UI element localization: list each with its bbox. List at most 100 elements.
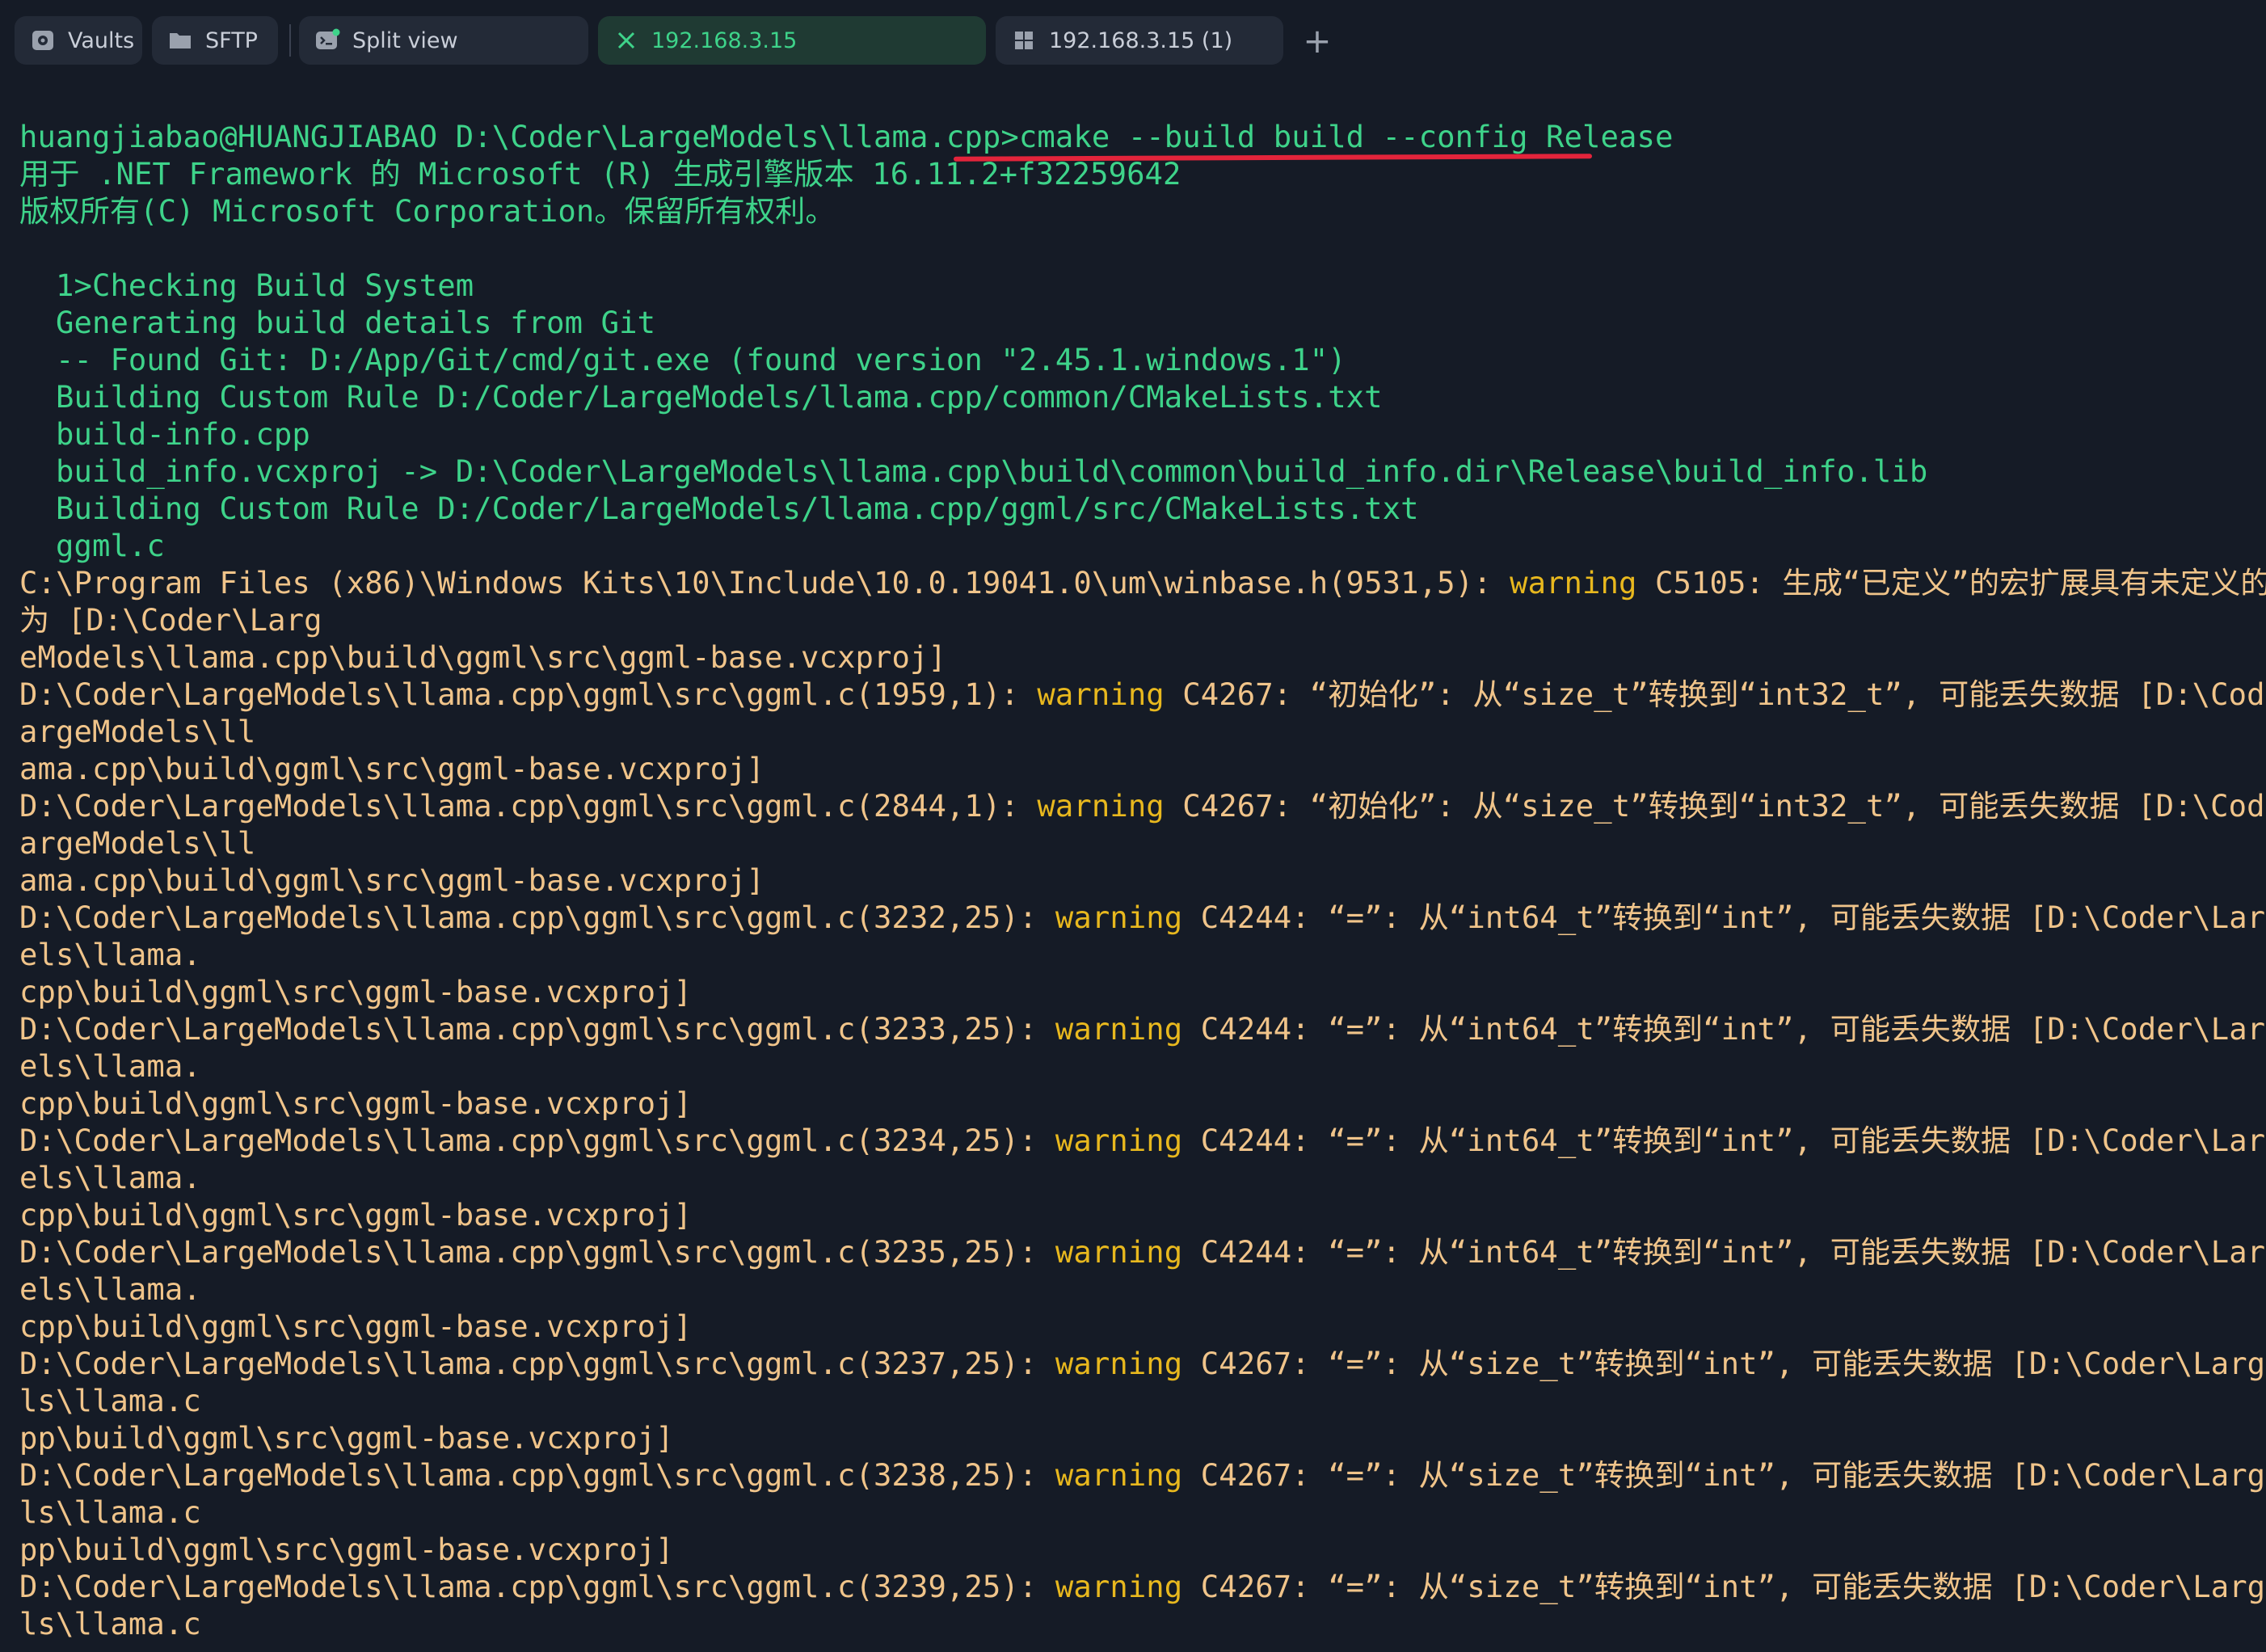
terminal-text: C4267: “=”: 从“size_t”转换到“int”, 可能丢失数据 [D…	[1182, 1569, 2266, 1604]
terminal-text: els\llama.	[19, 1048, 201, 1084]
terminal-text: els\llama.	[19, 1271, 201, 1307]
terminal-text: D:\Coder\LargeModels\llama.cpp\ggml\src\…	[19, 1569, 1055, 1604]
terminal-line: 1>Checking Build System	[19, 267, 2258, 304]
close-icon[interactable]	[613, 27, 640, 54]
terminal-text: D:\Coder\LargeModels\llama.cpp\ggml\src\…	[19, 1011, 1055, 1047]
terminal-line: build-info.cpp	[19, 415, 2258, 453]
terminal-line: C:\Program Files (x86)\Windows Kits\10\I…	[19, 564, 2266, 601]
terminal-line: 用于 .NET Framework 的 Microsoft (R) 生成引擎版本…	[19, 155, 2258, 192]
warning-keyword: warning	[1055, 900, 1183, 935]
terminal-line: cpp\build\ggml\src\ggml-base.vcxproj]	[19, 1085, 2258, 1122]
terminal-line: D:\Coder\LargeModels\llama.cpp\ggml\src\…	[19, 1122, 2266, 1159]
terminal-text: Building Custom Rule D:/Coder/LargeModel…	[19, 491, 1419, 526]
terminal-line: cpp\build\ggml\src\ggml-base.vcxproj]	[19, 1308, 2258, 1345]
folder-icon	[166, 27, 194, 54]
windows-icon	[1010, 27, 1038, 54]
terminal-text: eModels\llama.cpp\build\ggml\src\ggml-ba…	[19, 639, 946, 675]
terminal-text: D:\Coder\LargeModels\llama.cpp\ggml\src\…	[19, 1457, 1055, 1493]
terminal-line: build_info.vcxproj -> D:\Coder\LargeMode…	[19, 453, 2258, 490]
tab-label: SFTP	[205, 27, 258, 53]
tab-vaults[interactable]: Vaults	[15, 16, 142, 65]
tab-label: Vaults	[68, 27, 135, 53]
terminal-text: C4267: “初始化”: 从“size_t”转换到“int32_t”, 可能丢…	[1164, 788, 2266, 824]
terminal-line: ls\llama.c	[19, 1494, 2258, 1531]
terminal-text: Generating build details from Git	[19, 305, 656, 340]
terminal-text: cpp\build\ggml\src\ggml-base.vcxproj]	[19, 1309, 693, 1344]
terminal-line: ls\llama.c	[19, 1605, 2258, 1642]
warning-keyword: warning	[1037, 676, 1165, 712]
terminal-text: els\llama.	[19, 937, 201, 972]
terminal-line: D:\Coder\LargeModels\llama.cpp\ggml\src\…	[19, 1010, 2266, 1047]
terminal-text: C5105: 生成“已定义”的宏扩展具有未定义的行	[1636, 565, 2266, 601]
terminal-line: els\llama.	[19, 1047, 2258, 1085]
terminal-line: eModels\llama.cpp\build\ggml\src\ggml-ba…	[19, 638, 2258, 676]
terminal-text: huangjiabao@HUANGJIABAO D:\Coder\LargeMo…	[19, 119, 1674, 154]
terminal-text: D:\Coder\LargeModels\llama.cpp\ggml\src\…	[19, 900, 1055, 935]
tab-label: 192.168.3.15 (1)	[1049, 27, 1233, 53]
terminal-text: C4244: “=”: 从“int64_t”转换到“int”, 可能丢失数据 […	[1182, 1123, 2266, 1158]
terminal-line: cpp\build\ggml\src\ggml-base.vcxproj]	[19, 973, 2258, 1010]
terminal-text: D:\Coder\LargeModels\llama.cpp\ggml\src\…	[19, 1123, 1055, 1158]
terminal-text: D:\Coder\LargeModels\llama.cpp\ggml\src\…	[19, 676, 1038, 712]
warning-keyword: warning	[1055, 1569, 1183, 1604]
terminal-line: ls\llama.c	[19, 1382, 2258, 1419]
terminal-line: argeModels\ll	[19, 713, 2258, 750]
terminal-line: pp\build\ggml\src\ggml-base.vcxproj]	[19, 1419, 2258, 1456]
tab-bar: Vaults SFTP Split view 192.168.3.15 192.…	[0, 0, 2266, 84]
terminal-text: els\llama.	[19, 1160, 201, 1195]
terminal-line: cpp\build\ggml\src\ggml-base.vcxproj]	[19, 1196, 2258, 1233]
terminal-text: D:\Coder\LargeModels\llama.cpp\ggml\src\…	[19, 788, 1038, 824]
tab-label: Split view	[352, 27, 458, 53]
warning-keyword: warning	[1055, 1457, 1183, 1493]
terminal-text: ls\llama.c	[19, 1494, 201, 1530]
terminal-line: els\llama.	[19, 1271, 2258, 1308]
terminal-line: ggml.c	[19, 527, 2258, 564]
tab-session-2[interactable]: 192.168.3.15 (1)	[996, 16, 1283, 65]
terminal-text: argeModels\ll	[19, 714, 256, 749]
terminal-line: D:\Coder\LargeModels\llama.cpp\ggml\src\…	[19, 899, 2266, 936]
terminal-text: -- Found Git: D:/App/Git/cmd/git.exe (fo…	[19, 342, 1346, 377]
terminal-text: ggml.c	[19, 528, 165, 563]
terminal-line: pp\build\ggml\src\ggml-base.vcxproj]	[19, 1531, 2258, 1568]
tab-label: 192.168.3.15	[651, 27, 798, 53]
terminal-line: Building Custom Rule D:/Coder/LargeModel…	[19, 378, 2258, 415]
tab-split-view[interactable]: Split view	[299, 16, 588, 65]
terminal-text: build_info.vcxproj -> D:\Coder\LargeMode…	[19, 453, 1928, 489]
tab-sftp[interactable]: SFTP	[152, 16, 278, 65]
terminal-text: D:\Coder\LargeModels\llama.cpp\ggml\src\…	[19, 1346, 1055, 1381]
vault-icon	[29, 27, 57, 54]
terminal-line: 为 [D:\Coder\Larg	[19, 601, 2258, 638]
terminal-line: els\llama.	[19, 936, 2258, 973]
new-tab-button[interactable]: +	[1299, 20, 1335, 61]
warning-keyword: warning	[1055, 1234, 1183, 1270]
terminal-text: ls\llama.c	[19, 1383, 201, 1418]
terminal-line: D:\Coder\LargeModels\llama.cpp\ggml\src\…	[19, 676, 2266, 713]
terminal-line: ama.cpp\build\ggml\src\ggml-base.vcxproj…	[19, 750, 2258, 787]
terminal-text: argeModels\ll	[19, 825, 256, 861]
terminal-line: 版权所有(C) Microsoft Corporation。保留所有权利。	[19, 192, 2258, 230]
terminal-text: C4267: “初始化”: 从“size_t”转换到“int32_t”, 可能丢…	[1164, 676, 2266, 712]
tab-active-session[interactable]: 192.168.3.15	[598, 16, 986, 65]
terminal-text: pp\build\ggml\src\ggml-base.vcxproj]	[19, 1532, 674, 1567]
terminal-text: C4244: “=”: 从“int64_t”转换到“int”, 可能丢失数据 […	[1182, 1011, 2266, 1047]
terminal-text: build-info.cpp	[19, 416, 310, 452]
terminal-text: cpp\build\ggml\src\ggml-base.vcxproj]	[19, 1197, 693, 1233]
terminal-text: ama.cpp\build\ggml\src\ggml-base.vcxproj…	[19, 751, 765, 786]
plus-icon: +	[1303, 20, 1332, 61]
terminal-output[interactable]: huangjiabao@HUANGJIABAO D:\Coder\LargeMo…	[19, 118, 2266, 1642]
terminal-line: huangjiabao@HUANGJIABAO D:\Coder\LargeMo…	[19, 118, 2258, 155]
terminal-text: ama.cpp\build\ggml\src\ggml-base.vcxproj…	[19, 862, 765, 898]
terminal-line: D:\Coder\LargeModels\llama.cpp\ggml\src\…	[19, 1345, 2266, 1382]
terminal-text: 用于 .NET Framework 的 Microsoft (R) 生成引擎版本…	[19, 156, 1181, 192]
terminal-text: D:\Coder\LargeModels\llama.cpp\ggml\src\…	[19, 1234, 1055, 1270]
split-view-icon	[314, 27, 341, 54]
terminal-text: C:\Program Files (x86)\Windows Kits\10\I…	[19, 565, 1510, 601]
terminal-text: C4267: “=”: 从“size_t”转换到“int”, 可能丢失数据 [D…	[1182, 1346, 2266, 1381]
terminal-line: D:\Coder\LargeModels\llama.cpp\ggml\src\…	[19, 1233, 2266, 1271]
terminal-text: 1>Checking Build System	[19, 268, 474, 303]
terminal-line: argeModels\ll	[19, 824, 2258, 862]
terminal-line: D:\Coder\LargeModels\llama.cpp\ggml\src\…	[19, 1568, 2266, 1605]
terminal-text: C4244: “=”: 从“int64_t”转换到“int”, 可能丢失数据 […	[1182, 1234, 2266, 1270]
tab-divider	[289, 24, 291, 57]
warning-keyword: warning	[1037, 788, 1165, 824]
